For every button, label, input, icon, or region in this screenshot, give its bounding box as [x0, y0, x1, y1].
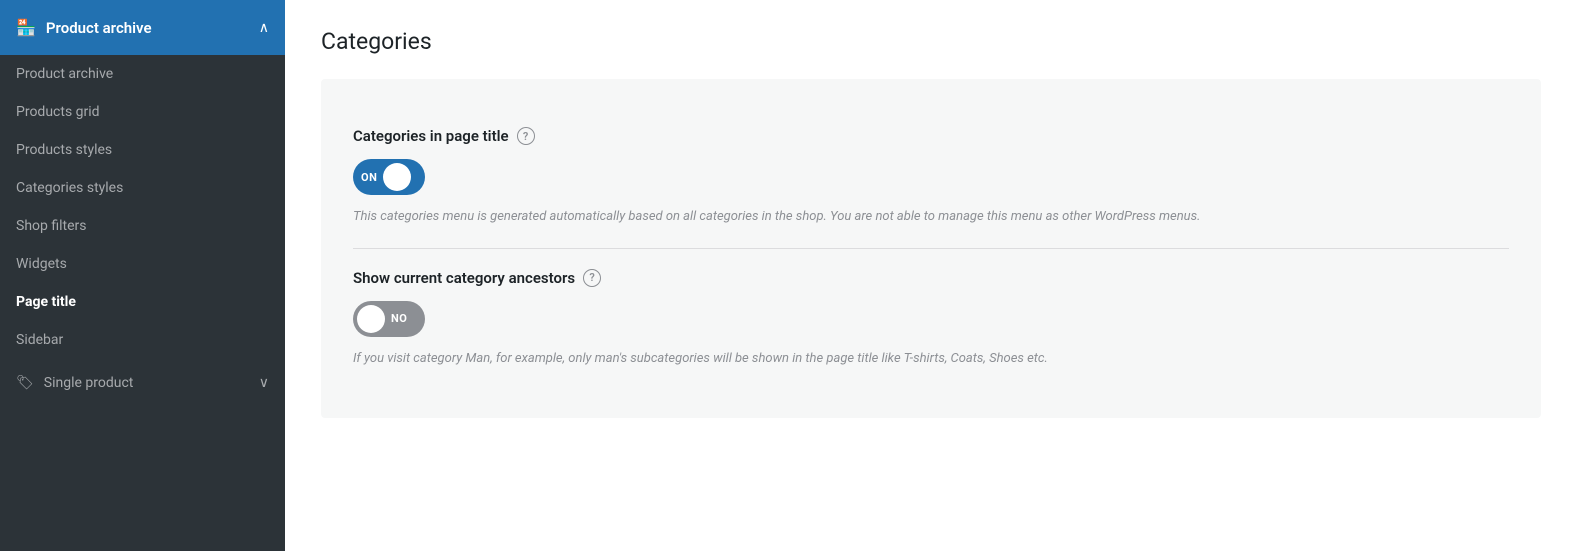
- help-icon[interactable]: ?: [583, 269, 601, 287]
- store-icon: 🏪: [16, 18, 36, 37]
- main-content: Categories Categories in page title? ON Th…: [285, 0, 1577, 551]
- sidebar-item-label: Page title: [16, 294, 76, 310]
- settings-card: Categories in page title? ON This categori…: [321, 79, 1541, 418]
- setting-label: Show current category ancestors: [353, 269, 575, 287]
- sidebar-item-sidebar[interactable]: Sidebar: [0, 321, 285, 359]
- sidebar-item-widgets[interactable]: Widgets: [0, 245, 285, 283]
- sidebar-item-label: Products styles: [16, 142, 112, 158]
- sidebar-header-left: 🏪 Product archive: [16, 18, 152, 37]
- toggle-show-current-category-ancestors[interactable]: NO: [353, 301, 425, 337]
- page-title: Categories: [321, 28, 1541, 55]
- sidebar-item-shop-filters[interactable]: Shop filters: [0, 207, 285, 245]
- chevron-up-icon: ∧: [259, 20, 269, 36]
- chevron-down-icon: ∨: [259, 375, 269, 391]
- sidebar-group-single-product[interactable]: 🏷 Single product ∨: [0, 359, 285, 407]
- sidebar-item-label: Products grid: [16, 104, 100, 120]
- sidebar-group-left: 🏷 Single product: [16, 375, 133, 391]
- sidebar-nav: Product archive Products grid Products sty…: [0, 55, 285, 359]
- setting-row-categories-in-page-title: Categories in page title? ON This categori…: [353, 107, 1509, 249]
- sidebar-group-label: Single product: [44, 375, 134, 391]
- sidebar-item-label: Sidebar: [16, 332, 63, 348]
- toggle-categories-in-page-title[interactable]: ON: [353, 159, 425, 195]
- sidebar-item-page-title[interactable]: Page title: [0, 283, 285, 321]
- sidebar: 🏪 Product archive ∧ Product archiveProdu…: [0, 0, 285, 551]
- sidebar-item-products-grid[interactable]: Products grid: [0, 93, 285, 131]
- sidebar-item-label: Product archive: [16, 66, 113, 82]
- setting-label-row: Show current category ancestors?: [353, 269, 1509, 287]
- sidebar-item-products-styles[interactable]: Products styles: [0, 131, 285, 169]
- toggle-label: ON: [361, 171, 377, 184]
- setting-description: This categories menu is generated automa…: [353, 207, 1453, 228]
- sidebar-item-label: Shop filters: [16, 218, 86, 234]
- help-icon[interactable]: ?: [517, 127, 535, 145]
- sidebar-item-label: Categories styles: [16, 180, 123, 196]
- sidebar-item-product-archive[interactable]: Product archive: [0, 55, 285, 93]
- sidebar-item-label: Widgets: [16, 256, 67, 272]
- sidebar-header-title: Product archive: [46, 19, 152, 37]
- setting-label: Categories in page title: [353, 127, 509, 145]
- toggle-label: NO: [391, 312, 407, 325]
- sidebar-header[interactable]: 🏪 Product archive ∧: [0, 0, 285, 55]
- toggle-circle: [383, 163, 411, 191]
- toggle-circle: [357, 305, 385, 333]
- setting-row-show-current-category-ancestors: Show current category ancestors? NO If you…: [353, 249, 1509, 390]
- settings-list: Categories in page title? ON This categori…: [353, 107, 1509, 390]
- setting-description: If you visit category Man, for example, …: [353, 349, 1453, 370]
- sidebar-item-categories-styles[interactable]: Categories styles: [0, 169, 285, 207]
- setting-label-row: Categories in page title?: [353, 127, 1509, 145]
- tag-icon: 🏷: [16, 375, 34, 391]
